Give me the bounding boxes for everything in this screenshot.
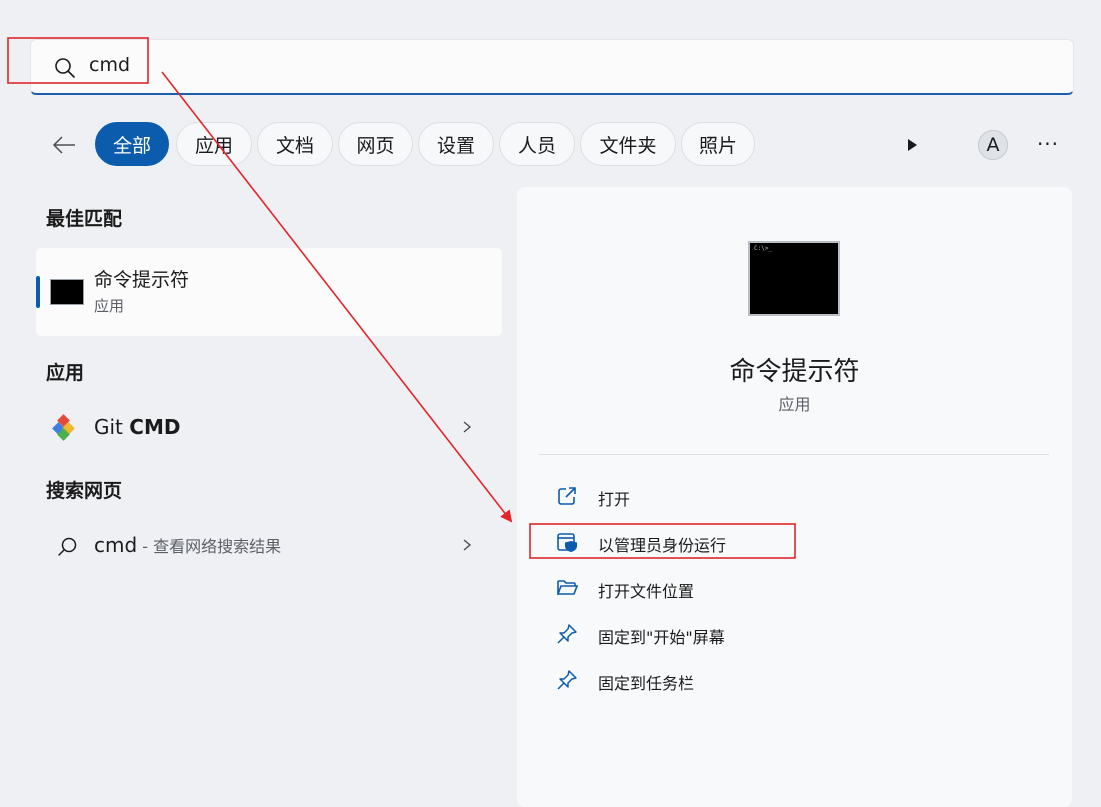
- filter-apps[interactable]: 应用: [176, 122, 252, 166]
- more-options-button[interactable]: ···: [1034, 131, 1062, 159]
- detail-title: 命令提示符: [729, 357, 860, 387]
- open-external-icon: [558, 487, 576, 505]
- search-icon: [58, 537, 77, 556]
- detail-type: 应用: [778, 395, 811, 414]
- action-pin-to-start-label: 固定到"开始"屏幕: [598, 628, 725, 647]
- app-name-highlight: CMD: [129, 415, 181, 439]
- filter-web[interactable]: 网页: [338, 122, 413, 166]
- chevron-right-icon[interactable]: [460, 417, 474, 437]
- play-icon[interactable]: [898, 131, 926, 159]
- app-result-label: Git CMD: [94, 415, 180, 439]
- action-pin-to-taskbar[interactable]: 固定到任务栏: [553, 660, 953, 700]
- detail-panel: C:\>_ 命令提示符 应用 打开 以管理员身份运行 打开文件位置 固定到"开始…: [517, 187, 1072, 807]
- filter-folders[interactable]: 文件夹: [580, 122, 676, 166]
- web-query-text: cmd: [94, 533, 138, 557]
- admin-shield-icon: [557, 533, 577, 552]
- action-pin-to-start[interactable]: 固定到"开始"屏幕: [553, 614, 953, 654]
- app-name-prefix: Git: [94, 415, 130, 439]
- pin-icon: [557, 670, 577, 690]
- back-arrow-icon[interactable]: [50, 131, 78, 159]
- web-result-suffix: - 查看网络搜索结果: [137, 537, 282, 556]
- web-result-cmd[interactable]: cmd - 查看网络搜索结果: [36, 523, 502, 569]
- command-prompt-icon: [50, 279, 84, 305]
- search-input[interactable]: cmd: [89, 54, 130, 76]
- terminal-prompt-text: C:\>_: [754, 245, 773, 252]
- pin-icon: [557, 624, 577, 644]
- divider: [539, 454, 1049, 455]
- filter-photos[interactable]: 照片: [681, 122, 755, 166]
- action-run-as-admin-label: 以管理员身份运行: [598, 536, 727, 555]
- section-apps: 应用: [46, 362, 85, 384]
- filter-people[interactable]: 人员: [499, 122, 575, 166]
- selection-indicator: [36, 276, 40, 308]
- action-pin-to-taskbar-label: 固定到任务栏: [598, 674, 695, 693]
- best-match-card[interactable]: 命令提示符 应用: [36, 248, 502, 336]
- search-icon: [55, 58, 75, 78]
- search-box[interactable]: cmd: [30, 39, 1074, 95]
- filter-documents[interactable]: 文档: [257, 122, 333, 166]
- web-result-label: cmd - 查看网络搜索结果: [94, 533, 281, 557]
- folder-icon: [556, 580, 579, 595]
- chevron-right-icon[interactable]: [460, 535, 474, 555]
- filter-all[interactable]: 全部: [95, 122, 169, 166]
- section-best-match: 最佳匹配: [46, 208, 123, 230]
- action-run-as-admin[interactable]: 以管理员身份运行: [553, 522, 953, 562]
- section-search-web: 搜索网页: [46, 480, 123, 502]
- command-prompt-large-icon: C:\>_: [748, 241, 840, 316]
- best-match-type: 应用: [94, 297, 125, 315]
- filter-settings[interactable]: 设置: [418, 122, 494, 166]
- best-match-name: 命令提示符: [94, 269, 190, 291]
- app-result-git-cmd[interactable]: Git CMD: [36, 405, 502, 451]
- git-icon: [52, 414, 75, 441]
- action-open-label: 打开: [598, 490, 631, 509]
- action-open-file-location-label: 打开文件位置: [598, 582, 695, 601]
- action-open-file-location[interactable]: 打开文件位置: [553, 568, 953, 608]
- action-open[interactable]: 打开: [553, 476, 953, 516]
- account-avatar[interactable]: A: [978, 130, 1008, 160]
